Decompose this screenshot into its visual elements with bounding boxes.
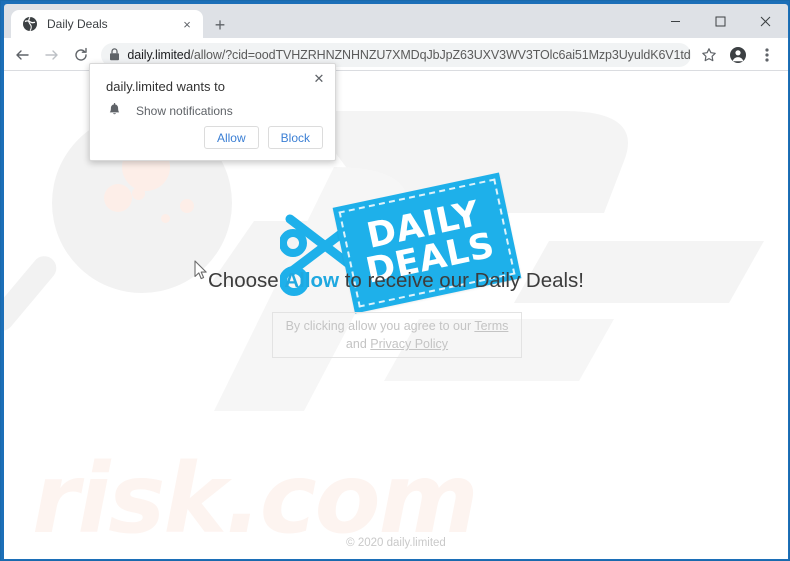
- maximize-icon[interactable]: [698, 4, 743, 38]
- star-icon[interactable]: [695, 41, 723, 69]
- url-path: /allow/?cid=oodTVHZRHNZNHNZU7XMDqJbJpZ63…: [190, 47, 691, 62]
- terms-box: By clicking allow you agree to our Terms…: [272, 312, 522, 358]
- terms-text-before: By clicking allow you agree to our: [285, 318, 475, 333]
- headline-suffix: to receive our Daily Deals!: [339, 269, 584, 292]
- browser-window: Daily Deals × + daily.limited/allow/?cid…: [0, 0, 790, 561]
- permission-row: Show notifications: [106, 103, 233, 118]
- page-footer: © 2020 daily.limited: [346, 537, 446, 549]
- tab-strip: Daily Deals × +: [4, 4, 788, 38]
- window-controls: [653, 4, 788, 38]
- daily-deals-graphic: DAILY DEALS: [280, 172, 530, 324]
- decorative-dot: [161, 214, 170, 223]
- tab-title: Daily Deals: [47, 17, 108, 31]
- url-host: daily.limited: [127, 47, 191, 62]
- close-icon[interactable]: [743, 4, 788, 38]
- mouse-cursor: [194, 260, 207, 280]
- decorative-dot: [104, 184, 132, 212]
- minimize-icon[interactable]: [653, 4, 698, 38]
- back-arrow-icon[interactable]: [10, 41, 34, 69]
- page-headline: Choose Allow to receive our Daily Deals!: [4, 269, 788, 293]
- popup-close-icon[interactable]: ✕: [310, 69, 328, 87]
- permission-label: Show notifications: [136, 103, 233, 118]
- globe-icon: [22, 16, 38, 32]
- headline-accent: Allow: [284, 269, 340, 292]
- tab-close-icon[interactable]: ×: [177, 14, 197, 34]
- decorative-dot: [180, 199, 194, 213]
- headline-prefix: Choose: [208, 269, 285, 292]
- tab-daily-deals[interactable]: Daily Deals ×: [11, 10, 203, 38]
- terms-paragraph: By clicking allow you agree to our Terms…: [285, 317, 509, 353]
- block-button[interactable]: Block: [267, 126, 323, 149]
- profile-avatar-icon[interactable]: [724, 41, 752, 69]
- decorative-dot: [132, 187, 145, 200]
- forward-arrow-icon: [40, 41, 64, 69]
- allow-button[interactable]: Allow: [203, 126, 259, 149]
- popup-title: daily.limited wants to: [106, 79, 225, 94]
- terms-link[interactable]: Terms: [474, 319, 508, 333]
- new-tab-button[interactable]: +: [207, 12, 233, 38]
- three-dot-menu-icon[interactable]: [753, 41, 781, 69]
- privacy-policy-link[interactable]: Privacy Policy: [370, 337, 448, 351]
- notification-permission-popup: ✕ daily.limited wants to Show notificati…: [89, 63, 336, 161]
- url-text: daily.limited/allow/?cid=oodTVHZRHNZNHNZ…: [127, 48, 691, 62]
- popup-actions: Allow Block: [203, 126, 323, 149]
- terms-conjunction: and: [345, 337, 371, 351]
- bell-icon: [106, 103, 122, 118]
